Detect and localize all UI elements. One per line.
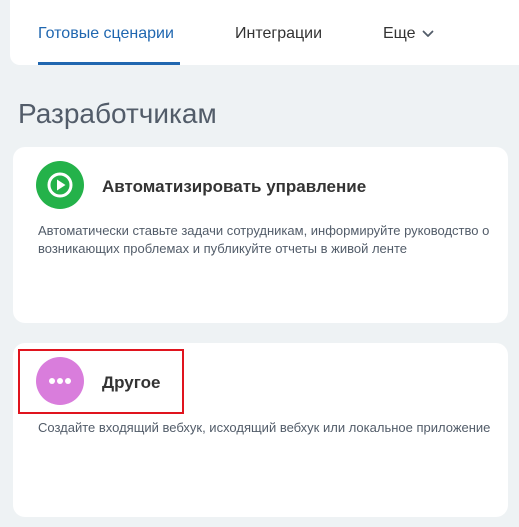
chevron-down-icon: [422, 30, 434, 38]
card-title: Автоматизировать управление: [102, 177, 367, 196]
tab-ready-scenarios[interactable]: Готовые сценарии: [38, 24, 174, 44]
tab-more[interactable]: Еще: [383, 24, 434, 44]
tab-integrations[interactable]: Интеграции: [235, 24, 322, 44]
card-other[interactable]: Другое Создайте входящий вебхук, исходящ…: [13, 343, 508, 517]
play-circle-icon: [36, 161, 84, 209]
card-description: Автоматически ставьте задачи сотрудникам…: [38, 223, 490, 256]
active-tab-underline: [38, 62, 180, 65]
tab-more-label: Еще: [383, 25, 416, 42]
card-description: Создайте входящий вебхук, исходящий вебх…: [38, 420, 491, 435]
section-title: Разработчикам: [18, 98, 217, 129]
card-automate-management[interactable]: Автоматизировать управление Автоматическ…: [13, 147, 508, 323]
card-title: Другое: [102, 373, 161, 392]
more-dots-icon: [36, 357, 84, 405]
top-tab-bar: Готовые сценарии Интеграции Еще: [10, 0, 519, 65]
